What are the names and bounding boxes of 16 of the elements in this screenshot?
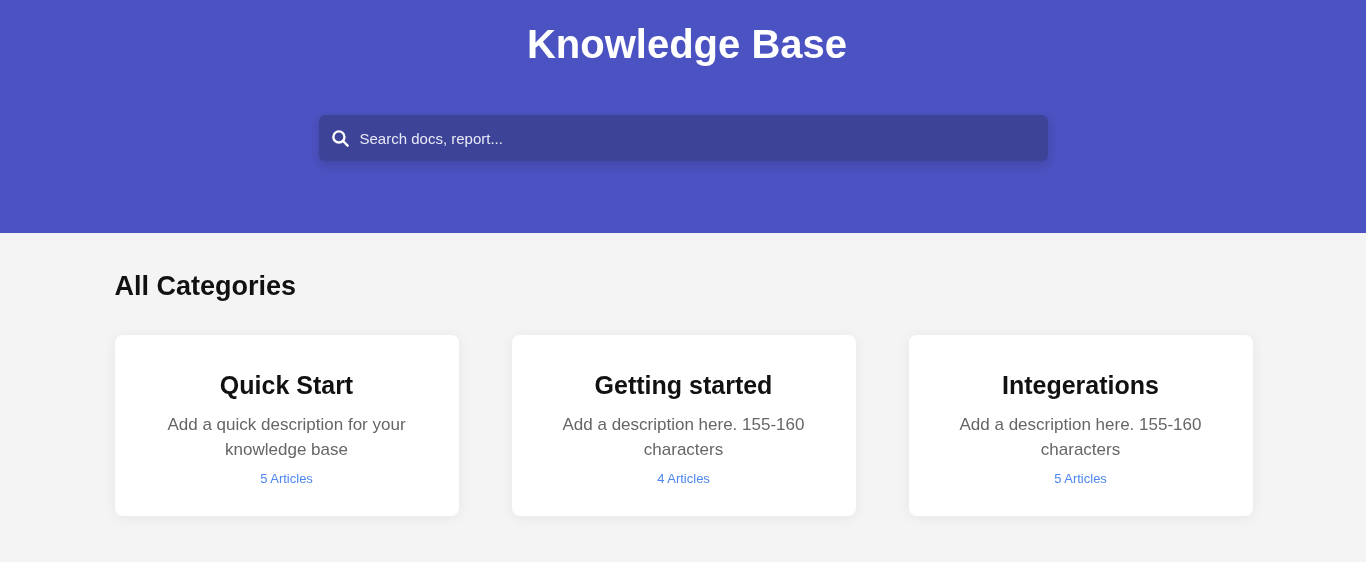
articles-link[interactable]: 5 Articles (260, 471, 313, 486)
search-field[interactable]: Search docs, report... (318, 115, 1048, 161)
category-description: Add a description here. 155-160 characters (958, 414, 1203, 461)
category-title: Getting started (594, 370, 773, 401)
category-card[interactable]: Integerations Add a description here. 155-160 characters 5 Articles (908, 335, 1253, 516)
category-title: Quick Start (219, 370, 354, 401)
category-description: Add a description here. 155-160 characters (561, 414, 806, 461)
section-title: All Categories (114, 270, 298, 303)
category-card[interactable]: Getting started Add a description here. 155-160 characters 4 Articles (511, 335, 856, 516)
category-card[interactable]: Quick Start Add a quick description for your knowledge base 5 Articles (114, 335, 459, 516)
articles-link[interactable]: 4 Articles (657, 471, 710, 486)
search-icon (330, 128, 350, 148)
category-description: Add a quick description for your knowledge base (166, 414, 407, 461)
articles-link[interactable]: 5 Articles (1054, 471, 1107, 486)
category-title: Integerations (1002, 370, 1159, 401)
page-title: Knowledge Base (526, 21, 848, 68)
